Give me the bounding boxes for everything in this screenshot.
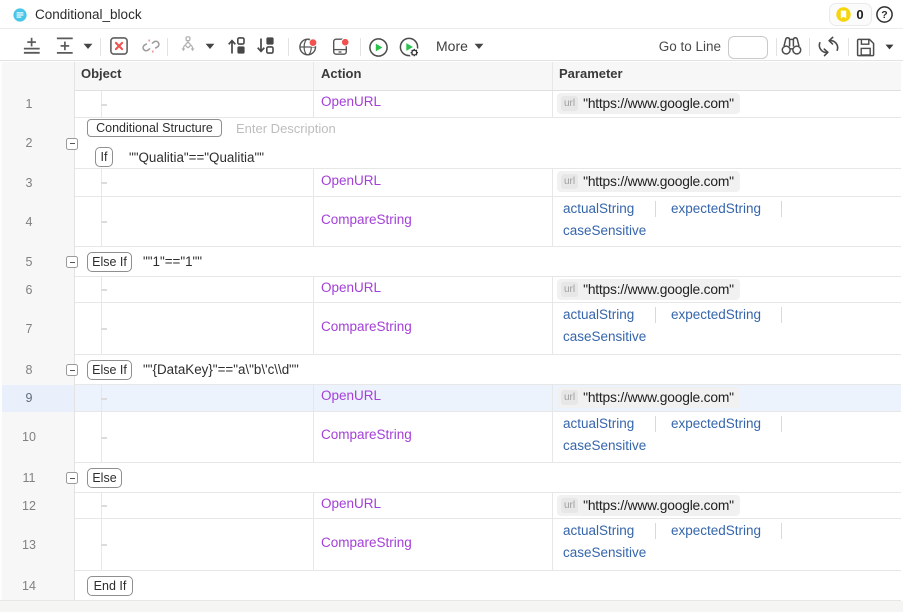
svg-text:?: ? [881, 9, 887, 21]
